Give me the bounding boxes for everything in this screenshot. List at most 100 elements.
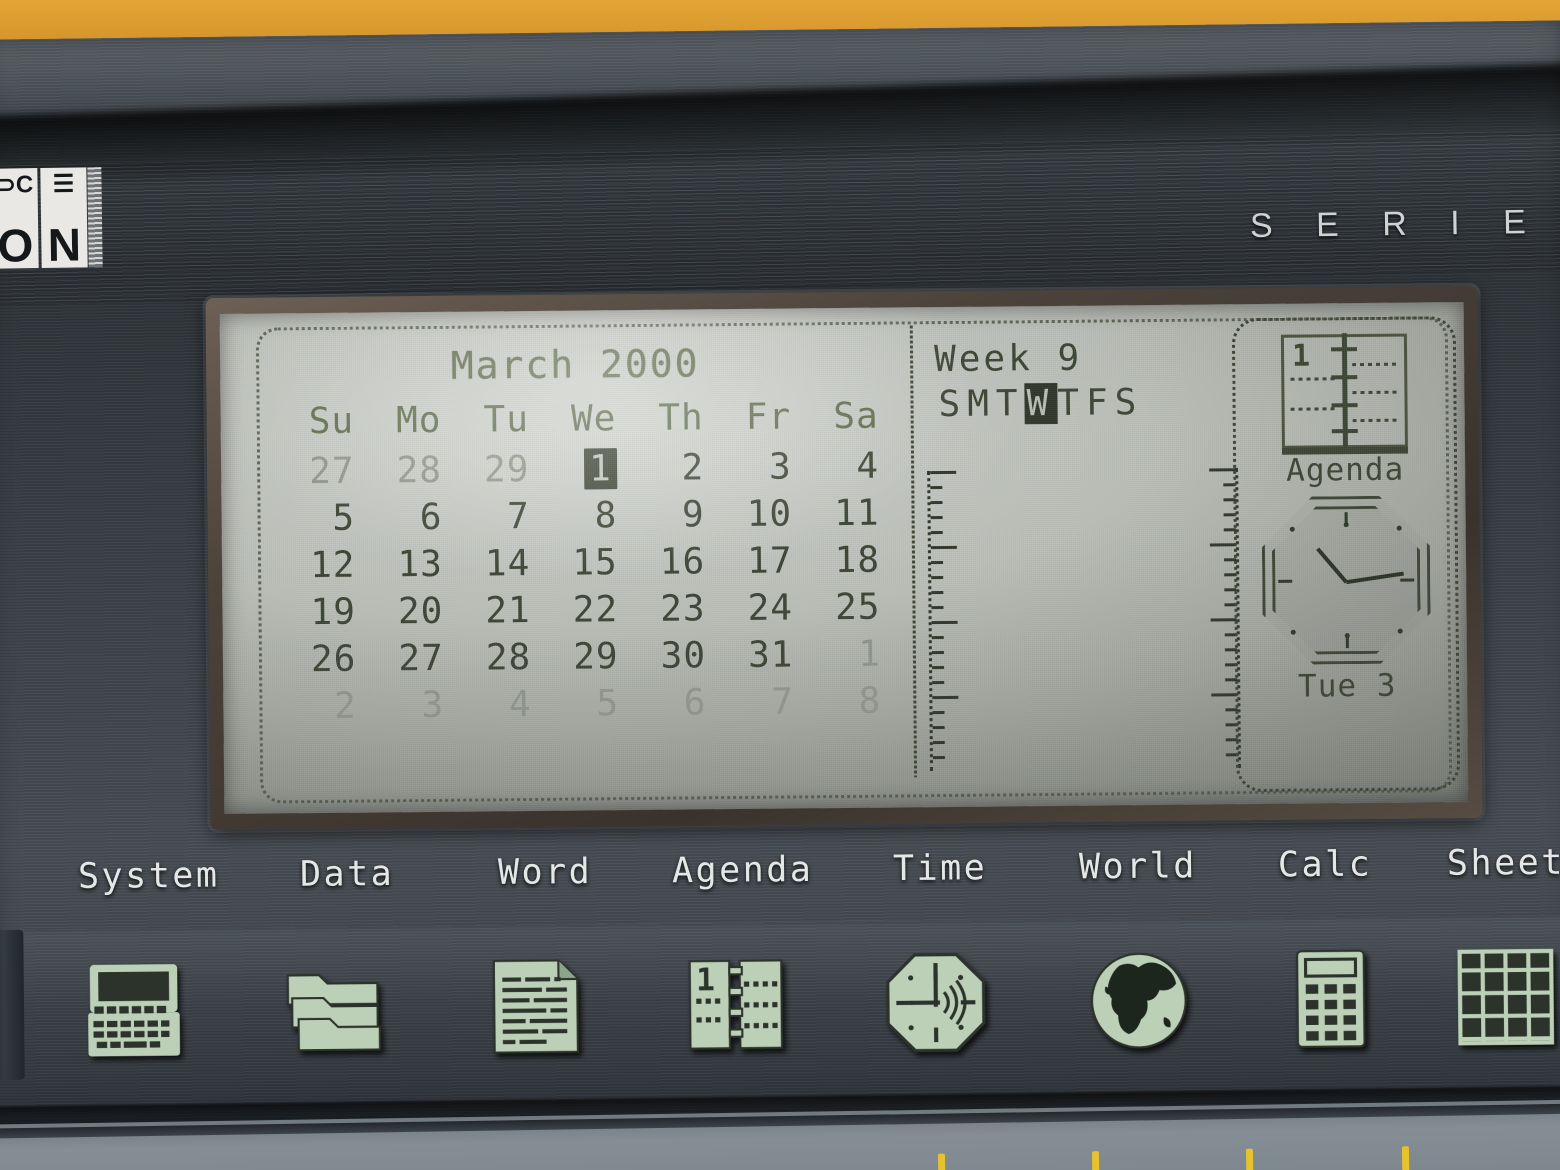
calendar-day-cell[interactable]: 7	[442, 493, 530, 541]
calendar-day-cell[interactable]: 4	[444, 681, 532, 729]
application-bar[interactable]: System Data Word Agenda Time World Calc Sheet	[0, 830, 1560, 915]
diary-line	[1352, 390, 1399, 395]
week-day-initial[interactable]: S	[938, 384, 967, 425]
month-title: March 2000	[450, 341, 700, 388]
globe-icon	[1086, 948, 1191, 1057]
calendar-day-cell[interactable]: 21	[443, 587, 531, 635]
time-ruler-tick	[931, 576, 944, 580]
time-ruler-tick	[930, 516, 943, 520]
clock-dot	[1290, 629, 1296, 635]
app-icon-button-word[interactable]	[479, 952, 592, 1065]
diary-line	[1352, 362, 1399, 367]
calendar-day-cell[interactable]: 6	[619, 679, 707, 727]
app-icon-button-agenda[interactable]: 1	[679, 950, 792, 1063]
weekday-header-th: Th	[658, 397, 704, 439]
app-icon-button-sheet[interactable]	[1449, 943, 1560, 1056]
week-day-initial[interactable]: T	[1057, 383, 1086, 424]
weekday-header-fr: Fr	[745, 396, 792, 438]
week-day-initial[interactable]: T	[996, 383, 1025, 424]
calendar-day-cell[interactable]: 18	[792, 537, 880, 585]
calendar-day-cell[interactable]: 10	[704, 490, 793, 538]
clock-dot	[1343, 522, 1349, 528]
calendar-day-cell[interactable]: 3	[704, 443, 792, 491]
calendar-day-cell[interactable]: 4	[791, 443, 879, 491]
calendar-day-cell[interactable]: 29	[442, 446, 530, 494]
palmtop-computer-icon	[81, 958, 186, 1067]
calendar-day-cell[interactable]: 9	[617, 491, 705, 539]
calendar-day-cell[interactable]: 8	[530, 492, 618, 540]
app-label-system[interactable]: System	[78, 856, 220, 897]
calendar-day-cell[interactable]: 16	[617, 538, 706, 586]
yellow-key-mark	[1401, 1146, 1410, 1170]
month-grid[interactable]: Su Mo Tu We Th Fr Sa 27 28 29 1 2 3 4 5 6 7 8 9 10 11 12 13 14…	[266, 394, 882, 731]
calendar-day-cell[interactable]: 25	[793, 584, 881, 632]
calendar-day-cell[interactable]: 28	[444, 634, 532, 682]
calendar-day-cell[interactable]: 24	[705, 584, 793, 632]
analog-clock-icon[interactable]	[1261, 495, 1431, 665]
app-icon-button-calc[interactable]	[1274, 944, 1387, 1057]
agenda-shortcut-label: Agenda	[1286, 451, 1405, 489]
calendar-day-cell[interactable]: 20	[356, 588, 444, 636]
calendar-day-cell[interactable]: 15	[530, 539, 618, 587]
clock-dot	[1289, 526, 1295, 532]
calendar-day-cell[interactable]: 29	[531, 633, 619, 681]
calendar-day-cell[interactable]: 27	[267, 448, 355, 496]
diary-base	[1281, 446, 1409, 455]
app-icon-button-system[interactable]	[77, 956, 190, 1069]
calendar-day-cell[interactable]: 22	[531, 586, 619, 634]
calendar-day-cell[interactable]: 26	[269, 636, 357, 684]
calendar-day-cell[interactable]: 23	[618, 585, 706, 633]
month-calendar-panel[interactable]: March 2000 Su Mo Tu We Th Fr Sa 27 28 29 1 2 3 4 5 6 7 8…	[242, 324, 886, 790]
week-day-initial[interactable]: S	[1114, 382, 1143, 423]
app-icon-button-data[interactable]	[277, 954, 390, 1067]
calendar-day-cell[interactable]: 31	[706, 631, 794, 679]
alarm-clock-icon	[883, 950, 988, 1059]
calendar-day-cell[interactable]: 17	[705, 537, 793, 585]
app-label-data[interactable]: Data	[300, 854, 395, 895]
calendar-day-cell[interactable]: 27	[356, 635, 444, 683]
app-label-time[interactable]: Time	[893, 848, 988, 889]
time-ruler-tick	[1211, 693, 1238, 697]
calendar-day-cell[interactable]: 8	[794, 678, 882, 726]
app-label-calc[interactable]: Calc	[1278, 845, 1373, 886]
lcd-screen[interactable]: March 2000 Su Mo Tu We Th Fr Sa 27 28 29 1 2 3 4 5 6 7 8…	[219, 302, 1469, 814]
badge-stripes	[87, 167, 103, 268]
spreadsheet-grid-icon	[1453, 945, 1558, 1054]
clock-date-label: Tue 3	[1297, 667, 1397, 705]
calendar-day-cell[interactable]: 6	[355, 494, 443, 542]
time-ruler-tick	[932, 695, 959, 700]
week-day-initial[interactable]: W	[1024, 382, 1058, 425]
calendar-day-cell[interactable]: 13	[355, 541, 443, 589]
calendar-day-cell[interactable]: 3	[357, 682, 445, 730]
calendar-day-cell[interactable]: 11	[792, 490, 880, 538]
calendar-day-cell[interactable]: 30	[618, 632, 706, 680]
app-icon-button-time[interactable]	[879, 948, 992, 1061]
app-label-sheet[interactable]: Sheet	[1447, 843, 1560, 884]
selected-day[interactable]: 1	[583, 448, 618, 490]
app-icon-button-world[interactable]	[1082, 946, 1195, 1059]
calendar-day-cell[interactable]: 19	[268, 589, 356, 637]
time-ruler-tick	[931, 651, 944, 655]
scroll-strip[interactable]	[0, 929, 25, 1081]
calendar-day-cell[interactable]: 12	[268, 542, 356, 590]
calendar-day-cell[interactable]: 28	[354, 447, 442, 495]
week-day-initial[interactable]: M	[967, 384, 996, 425]
calendar-day-cell[interactable]: 2	[617, 444, 705, 492]
calendar-day-cell[interactable]: 1	[793, 631, 881, 679]
calendar-day-cell[interactable]: 5	[531, 680, 619, 728]
app-label-agenda[interactable]: Agenda	[672, 850, 814, 891]
calendar-week-row: 2345678	[269, 678, 882, 731]
app-label-word[interactable]: Word	[498, 852, 593, 893]
calendar-day-cell[interactable]: 2	[269, 683, 357, 731]
calendar-day-cell[interactable]: 7	[706, 678, 794, 726]
calendar-day-cell[interactable]: 1	[529, 445, 618, 493]
time-ruler-tick	[932, 681, 945, 685]
shortcut-panel[interactable]: 1 Agenda Tue 3	[1231, 316, 1461, 793]
agenda-diary-icon[interactable]: 1	[1280, 333, 1409, 455]
calendar-day-cell[interactable]: 5	[267, 495, 355, 543]
calendar-day-cell[interactable]: 14	[443, 540, 531, 588]
app-label-world[interactable]: World	[1079, 846, 1197, 887]
week-panel[interactable]: Week 9 SMTWTFS	[920, 320, 1242, 783]
week-day-initials[interactable]: SMTWTFS	[938, 381, 1220, 425]
week-day-initial[interactable]: F	[1086, 382, 1115, 423]
